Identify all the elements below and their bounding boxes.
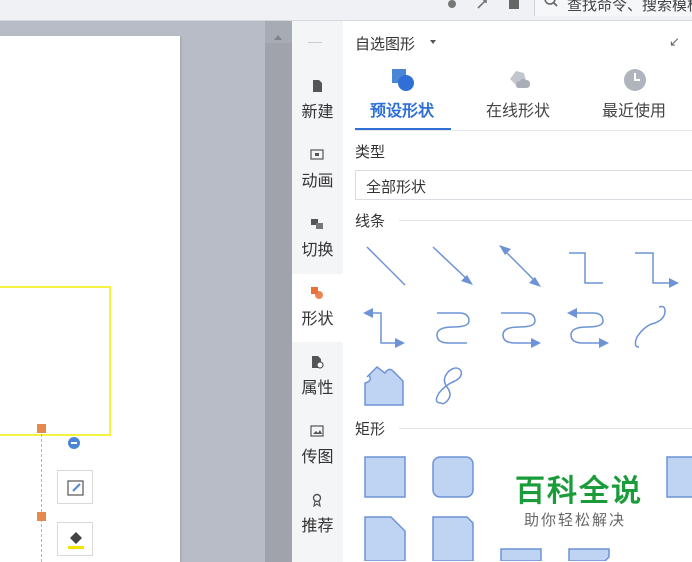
watermark-subtitle: 助你轻松解决 — [524, 511, 627, 529]
edit-pen-icon — [67, 480, 84, 496]
recommend-icon — [312, 493, 322, 507]
rail-item-upload-image[interactable]: 传图 — [292, 412, 343, 480]
shape-elbow-arrow[interactable] — [631, 243, 681, 291]
tab-label: 在线形状 — [485, 101, 550, 120]
shape-s-curve[interactable] — [631, 303, 681, 351]
rail-item-transition[interactable]: 切换 — [292, 205, 343, 273]
rail-item-recommend[interactable]: 推荐 — [292, 481, 343, 549]
tab-recent[interactable]: 最近使用 — [584, 67, 684, 129]
scrollbar-thumb[interactable] — [265, 43, 292, 562]
upload-image-icon — [310, 425, 324, 437]
command-search-input[interactable]: 查找命令、搜索模板 — [534, 0, 692, 16]
section-divider — [399, 220, 692, 221]
preset-shapes-icon — [392, 69, 414, 91]
animation-icon — [310, 149, 324, 160]
title-bar: 查找命令、搜索模板 — [0, 0, 692, 21]
tab-label: 预设形状 — [369, 101, 434, 120]
rail-item-label: 属性 — [301, 378, 334, 397]
shape-elbow-double-arrow[interactable] — [359, 303, 409, 351]
rail-grip — [308, 42, 322, 43]
shape-type-value: 全部形状 — [366, 178, 427, 196]
resize-handle[interactable] — [37, 424, 46, 433]
shape-curved-connector[interactable] — [427, 303, 477, 351]
watermark-title: 百科全说 — [515, 474, 643, 509]
rail-item-label: 切换 — [301, 240, 334, 259]
shape-snip-corner-rectangle[interactable] — [359, 513, 409, 561]
shape-rounded-rectangle[interactable] — [427, 453, 477, 501]
selection-outline — [41, 429, 42, 562]
shape-double-arrow[interactable] — [495, 243, 545, 291]
collapse-circle-icon[interactable] — [68, 437, 80, 449]
shape-scribble[interactable] — [427, 361, 477, 409]
properties-icon — [312, 356, 324, 369]
rail-item-animation[interactable]: 动画 — [292, 136, 343, 204]
section-lines-label: 线条 — [355, 212, 386, 230]
shape-type-select[interactable]: 全部形状 — [355, 170, 692, 200]
share-icon[interactable] — [508, 0, 520, 10]
shape-curved-arrow[interactable] — [495, 303, 545, 351]
shape-line[interactable] — [359, 243, 409, 291]
tab-label: 最近使用 — [601, 101, 666, 120]
resize-handle[interactable] — [37, 512, 46, 521]
rail-item-label: 传图 — [301, 447, 334, 466]
rail-item-label: 推荐 — [301, 516, 334, 535]
transition-icon — [311, 219, 323, 229]
search-placeholder: 查找命令、搜索模板 — [567, 0, 692, 14]
search-icon — [544, 0, 558, 7]
collapse-pane-icon[interactable]: ↙ — [669, 35, 680, 50]
section-rect-label: 矩形 — [355, 420, 386, 438]
rail-item-shapes[interactable]: 形状 — [292, 274, 343, 342]
rail-item-new[interactable]: 新建 — [292, 67, 343, 135]
online-shapes-icon — [510, 71, 530, 88]
tools-icon[interactable] — [476, 0, 488, 10]
shape-elbow-connector[interactable] — [563, 243, 613, 291]
task-pane-rail: 新建 动画 切换 形状 属性 传图 推荐 — [292, 21, 344, 562]
shape-rectangle[interactable] — [359, 453, 409, 501]
tab-preset-shapes[interactable]: 预设形状 — [352, 67, 452, 129]
tab-online-shapes[interactable]: 在线形状 — [468, 67, 568, 129]
rail-item-label: 动画 — [301, 171, 334, 190]
scroll-up-arrow-icon[interactable] — [274, 35, 282, 40]
yellow-text-box[interactable] — [0, 286, 111, 436]
chevron-down-icon[interactable] — [430, 40, 436, 44]
clock-icon — [624, 69, 646, 91]
section-divider — [399, 428, 692, 429]
rail-item-label: 形状 — [301, 309, 334, 328]
shape-snip-same-side-rectangle[interactable] — [427, 513, 477, 561]
panel-title[interactable]: 自选图形 — [355, 33, 415, 54]
fill-color-button[interactable] — [57, 522, 93, 556]
shape-freeform[interactable] — [359, 361, 409, 409]
edit-shape-button[interactable] — [57, 470, 93, 504]
new-doc-icon — [313, 80, 322, 92]
rail-item-properties[interactable]: 属性 — [292, 343, 343, 411]
type-label: 类型 — [355, 143, 386, 161]
paint-bucket-icon — [68, 532, 84, 549]
rail-item-label: 新建 — [301, 102, 334, 121]
skin-icon[interactable] — [446, 0, 458, 10]
vertical-scrollbar[interactable] — [265, 21, 292, 562]
tab-divider — [355, 130, 692, 131]
watermark-logo: 百科全说 助你轻松解决 — [495, 466, 665, 536]
shape-curved-double-arrow[interactable] — [563, 303, 613, 351]
shape-arrow[interactable] — [427, 243, 477, 291]
shapes-icon — [311, 287, 323, 299]
